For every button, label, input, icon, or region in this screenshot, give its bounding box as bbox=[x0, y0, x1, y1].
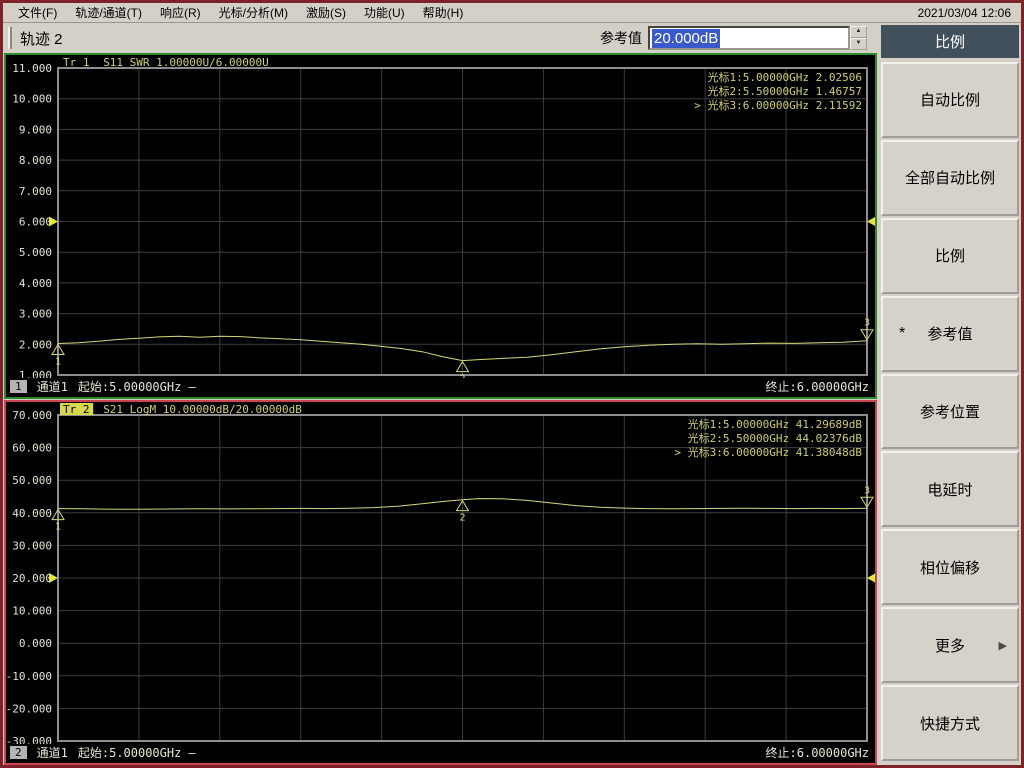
channel-label: 通道1 bbox=[36, 380, 68, 394]
channel-number-badge: 1 bbox=[10, 380, 27, 393]
menu-marker-analysis[interactable]: 光标/分析(M) bbox=[210, 3, 297, 22]
svg-text:7.000: 7.000 bbox=[19, 185, 52, 198]
sweep-start-readout: 起始:5.00000GHz — bbox=[77, 746, 196, 760]
svg-text:60.000: 60.000 bbox=[12, 442, 52, 455]
s11-channel-status-bar: 1 通道1 起始:5.00000GHz — 终止:6.00000GHz bbox=[6, 378, 875, 397]
active-trace-indicator: 轨迹 2 bbox=[20, 30, 63, 48]
svg-text:> 光标3:6.00000GHz 41.38048dB: > 光标3:6.00000GHz 41.38048dB bbox=[674, 445, 862, 459]
ref-position-button[interactable]: 参考位置 bbox=[881, 373, 1019, 450]
menu-stimulus[interactable]: 激励(S) bbox=[297, 3, 355, 22]
svg-text:5.000: 5.000 bbox=[19, 246, 52, 259]
sweep-stop-readout: 终止:6.00000GHz bbox=[765, 746, 869, 760]
vna-app-window: 文件(F) 轨迹/通道(T) 响应(R) 光标/分析(M) 激励(S) 功能(U… bbox=[0, 0, 1024, 768]
svg-text:-20.000: -20.000 bbox=[6, 702, 52, 715]
s21-channel-status-bar: 2 通道1 起始:5.00000GHz — 终止:6.00000GHz bbox=[6, 744, 875, 763]
svg-text:Tr 2: Tr 2 bbox=[63, 403, 90, 416]
svg-text:2.000: 2.000 bbox=[19, 338, 52, 351]
softkey-menu-title: 比例 bbox=[881, 25, 1019, 58]
svg-text:20.000: 20.000 bbox=[12, 572, 52, 585]
svg-text:光标1:5.00000GHz 41.29689dB: 光标1:5.00000GHz 41.29689dB bbox=[688, 417, 863, 431]
scale-button[interactable]: 比例 bbox=[881, 217, 1019, 294]
ref-value-label: 参考值 bbox=[600, 30, 642, 46]
more-button[interactable]: 更多 ▶ bbox=[881, 607, 1019, 684]
autoscale-button[interactable]: 自动比例 bbox=[881, 62, 1019, 138]
channel-label: 通道1 bbox=[36, 746, 68, 760]
chart-stack: 11.000 10.000 9.000 8.000 7.000 6.000 5.000 4.0… bbox=[4, 53, 877, 765]
s11-swr-chart: 11.000 10.000 9.000 8.000 7.000 6.000 5.000 4.0… bbox=[4, 53, 877, 399]
svg-text:4.000: 4.000 bbox=[19, 277, 52, 290]
svg-text:光标2:5.50000GHz 44.02376dB: 光标2:5.50000GHz 44.02376dB bbox=[688, 431, 863, 445]
softkey-sidebar: 比例 自动比例 全部自动比例 比例 * 参考值 参考位置 电延时 相位偏移 更多… bbox=[878, 23, 1021, 765]
svg-text:40.000: 40.000 bbox=[12, 507, 52, 520]
svg-text:3.000: 3.000 bbox=[19, 308, 52, 321]
spinner-up-button[interactable]: ▲ bbox=[850, 26, 867, 38]
phase-offset-button[interactable]: 相位偏移 bbox=[881, 529, 1019, 606]
svg-text:1: 1 bbox=[55, 522, 61, 533]
clock-datetime: 2021/03/04 12:06 bbox=[917, 5, 1011, 20]
autoscale-all-button[interactable]: 全部自动比例 bbox=[881, 139, 1019, 216]
s21-chart-canvas: 70.000 60.000 50.000 40.000 30.000 20.000 10.0… bbox=[6, 402, 875, 746]
submenu-arrow-icon: ▶ bbox=[998, 639, 1007, 652]
svg-text:10.000: 10.000 bbox=[12, 93, 52, 106]
svg-text:光标1:5.00000GHz 2.02506: 光标1:5.00000GHz 2.02506 bbox=[708, 70, 862, 84]
svg-text:10.000: 10.000 bbox=[12, 605, 52, 618]
svg-text:-10.000: -10.000 bbox=[6, 670, 52, 683]
menu-file[interactable]: 文件(F) bbox=[9, 3, 66, 22]
spinner-down-button[interactable]: ▼ bbox=[850, 38, 867, 50]
svg-text:8.000: 8.000 bbox=[19, 154, 52, 167]
sweep-start-readout: 起始:5.00000GHz — bbox=[77, 380, 196, 394]
toolbar-gripper[interactable] bbox=[8, 27, 12, 49]
electrical-delay-button[interactable]: 电延时 bbox=[881, 451, 1019, 528]
svg-text:S11 SWR 1.00000U/6.00000U: S11 SWR 1.00000U/6.00000U bbox=[103, 56, 269, 69]
svg-text:6.000: 6.000 bbox=[19, 216, 52, 229]
svg-text:2: 2 bbox=[459, 513, 465, 524]
svg-text:50.000: 50.000 bbox=[12, 474, 52, 487]
menu-bar: 文件(F) 轨迹/通道(T) 响应(R) 光标/分析(M) 激励(S) 功能(U… bbox=[3, 3, 1021, 23]
channel-number-badge: 2 bbox=[10, 746, 27, 759]
ref-value-selected-text: 20.000dB bbox=[652, 28, 721, 48]
ref-value-spinner: ▲ ▼ bbox=[850, 26, 867, 50]
menu-response[interactable]: 响应(R) bbox=[151, 3, 210, 22]
svg-text:3: 3 bbox=[864, 318, 870, 329]
svg-text:光标2:5.50000GHz 1.46757: 光标2:5.50000GHz 1.46757 bbox=[708, 84, 862, 98]
svg-text:30.000: 30.000 bbox=[12, 539, 52, 552]
shortcut-button[interactable]: 快捷方式 bbox=[881, 685, 1019, 762]
svg-text:Tr 1: Tr 1 bbox=[63, 56, 90, 69]
s11-chart-canvas: 11.000 10.000 9.000 8.000 7.000 6.000 5.000 4.0… bbox=[6, 55, 875, 380]
svg-text:9.000: 9.000 bbox=[19, 123, 52, 136]
entry-toolbar: 轨迹 2 参考值 20.000dB ▲ ▼ bbox=[4, 23, 877, 53]
svg-text:1: 1 bbox=[55, 357, 61, 368]
menu-help[interactable]: 帮助(H) bbox=[414, 3, 473, 22]
svg-text:11.000: 11.000 bbox=[12, 62, 52, 75]
svg-text:S21 LogM 10.00000dB/20.00000dB: S21 LogM 10.00000dB/20.00000dB bbox=[103, 403, 302, 416]
svg-text:> 光标3:6.00000GHz 2.11592: > 光标3:6.00000GHz 2.11592 bbox=[694, 98, 862, 112]
ref-value-button[interactable]: * 参考值 bbox=[881, 295, 1019, 372]
s21-logmag-chart: 70.000 60.000 50.000 40.000 30.000 20.000 10.0… bbox=[4, 400, 877, 765]
menu-trace-channel[interactable]: 轨迹/通道(T) bbox=[66, 3, 151, 22]
sweep-stop-readout: 终止:6.00000GHz bbox=[765, 380, 869, 394]
svg-text:3: 3 bbox=[864, 485, 870, 496]
active-softkey-asterisk: * bbox=[899, 324, 906, 342]
ref-value-input[interactable]: 20.000dB bbox=[648, 26, 850, 50]
svg-text:70.000: 70.000 bbox=[12, 409, 52, 422]
svg-text:0.000: 0.000 bbox=[19, 637, 52, 650]
menu-utility[interactable]: 功能(U) bbox=[355, 3, 414, 22]
